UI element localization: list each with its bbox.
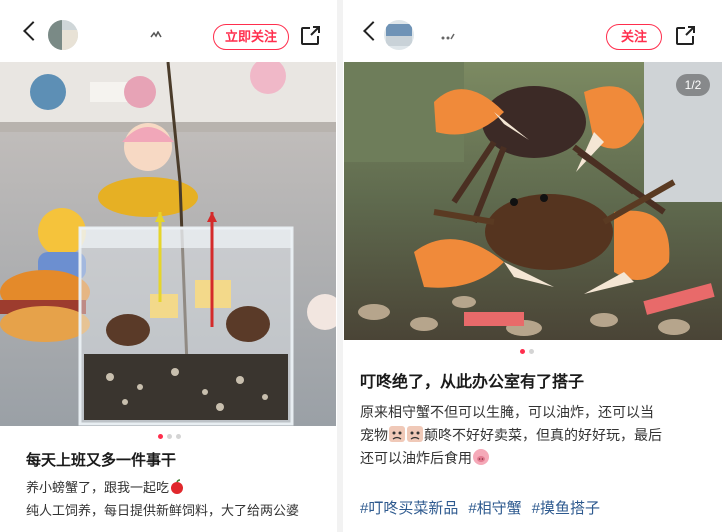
back-arrow-icon[interactable] [23,21,43,41]
body-text: 养小螃蟹了，跟我一起吃 [26,480,170,495]
username[interactable] [440,28,456,43]
hashtag-link[interactable]: #摸鱼搭子 [532,497,600,518]
post-body-line-1: 养小螃蟹了，跟我一起吃 [26,477,185,498]
image-pager-dots [520,349,534,354]
follow-button[interactable]: 立即关注 [213,24,289,50]
post-title: 每天上班又多一件事干 [26,452,177,469]
image-pager-dots [158,434,181,439]
body-text: 宠物 [360,427,388,443]
follow-button[interactable]: 关注 [606,24,662,50]
pager-dot [167,434,172,439]
hashtag-list: #叮咚买菜新品 #相守蟹 #摸鱼搭子 [360,497,600,518]
hashtag-link[interactable]: #叮咚买菜新品 [360,497,458,518]
apple-emoji [169,479,185,498]
pager-dot-active [158,434,163,439]
body-text: 颠咚不好好卖菜，但真的好好玩，最后 [424,427,662,443]
pig-face-emoji [472,448,490,469]
sad-face-emoji [406,425,424,446]
post-image[interactable] [0,62,336,426]
right-post-screen: 关注 1/2 叮咚绝了，从此办公室有了搭子 原来相守蟹不但可以生腌，可以油炸，还… [344,0,722,532]
share-icon[interactable] [674,25,696,47]
post-body-line-2: 宠物 颠咚不好好卖菜，但真的好好玩，最后 [360,425,662,446]
post-image[interactable]: 1/2 [344,62,722,340]
pager-dot [176,434,181,439]
post-body-line-2: 纯人工饲养，每日提供新鲜饲料，大了给两公婆 [26,503,300,518]
sad-face-emoji [388,425,406,446]
avatar[interactable] [384,20,414,50]
body-text: 还可以油炸后食用 [360,450,472,466]
top-bar: 关注 [344,0,722,62]
image-page-indicator: 1/2 [676,74,710,96]
share-icon[interactable] [299,25,321,47]
username[interactable] [150,27,162,42]
left-post-screen: 立即关注 每天上班又多一件事干 养小螃蟹了，跟我一起吃 纯人工饲养，每日提供新鲜… [0,0,336,532]
avatar[interactable] [48,20,78,50]
pager-dot-active [520,349,525,354]
hashtag-link[interactable]: #相守蟹 [468,497,521,518]
back-arrow-icon[interactable] [363,21,383,41]
panel-divider [337,0,343,532]
top-bar: 立即关注 [0,0,336,62]
post-body-line-1: 原来相守蟹不但可以生腌，可以油炸，还可以当 [360,404,654,420]
pager-dot [529,349,534,354]
post-body-line-3: 还可以油炸后食用 [360,448,490,469]
post-title: 叮咚绝了，从此办公室有了搭子 [360,374,585,391]
